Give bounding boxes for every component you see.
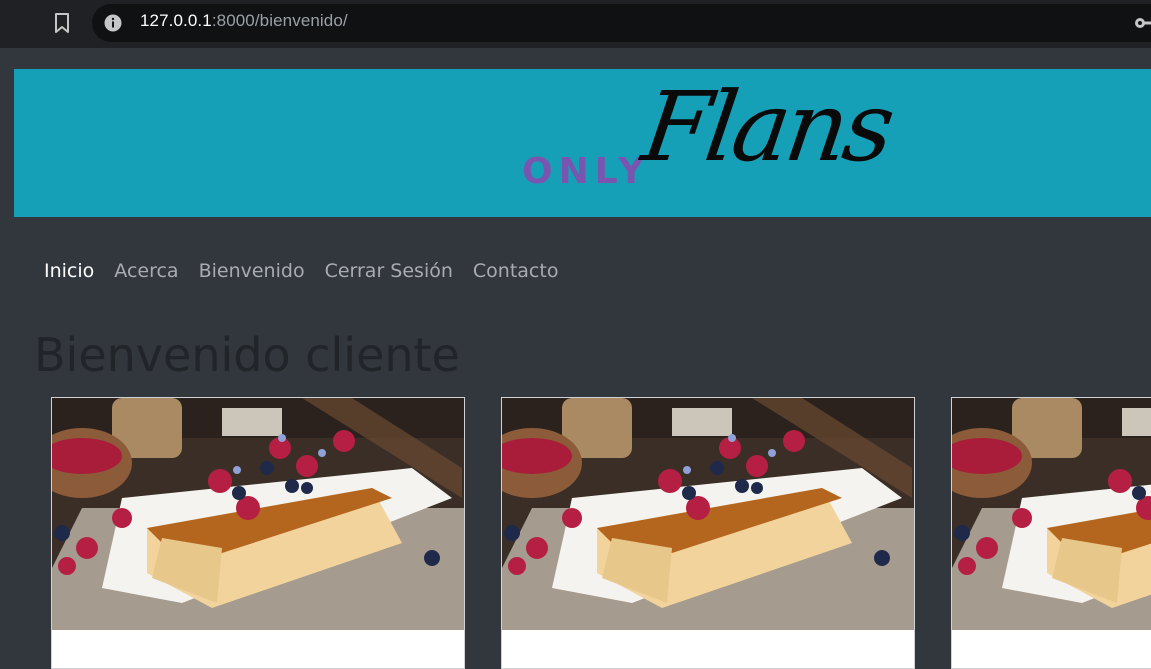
url-path: :8000/bienvenido/ [211, 11, 348, 30]
nav-link-inicio[interactable]: Inicio [44, 260, 94, 282]
header-banner: ONLY Flans [14, 69, 1151, 217]
url-host: 127.0.0.1 [140, 11, 212, 30]
bookmark-icon[interactable] [52, 12, 72, 34]
info-icon[interactable] [104, 14, 122, 32]
card-body [502, 630, 914, 668]
flan-card[interactable] [501, 397, 915, 669]
browser-toolbar: 127.0.0.1:8000/bienvenido/ [0, 0, 1151, 48]
nav-link-contacto[interactable]: Contacto [473, 260, 559, 282]
page: ONLY Flans Inicio Acerca Bienvenido Cerr… [0, 48, 1151, 669]
main-nav: Inicio Acerca Bienvenido Cerrar Sesión C… [44, 260, 578, 282]
url-text[interactable]: 127.0.0.1:8000/bienvenido/ [140, 11, 348, 31]
card-body [952, 630, 1151, 668]
logo-flans-text: Flans [636, 71, 898, 183]
nav-link-cerrar-sesion[interactable]: Cerrar Sesión [325, 260, 453, 282]
nav-link-acerca[interactable]: Acerca [114, 260, 178, 282]
flan-image [502, 398, 914, 630]
logo-only-text: ONLY [522, 151, 651, 192]
flan-card[interactable] [51, 397, 465, 669]
key-icon[interactable] [1134, 14, 1151, 32]
nav-link-bienvenido[interactable]: Bienvenido [199, 260, 305, 282]
logo[interactable]: ONLY Flans [519, 71, 919, 207]
page-title: Bienvenido cliente [34, 328, 460, 382]
card-body [52, 630, 464, 668]
flan-image [52, 398, 464, 630]
flan-card[interactable] [951, 397, 1151, 669]
flan-image [952, 398, 1151, 630]
